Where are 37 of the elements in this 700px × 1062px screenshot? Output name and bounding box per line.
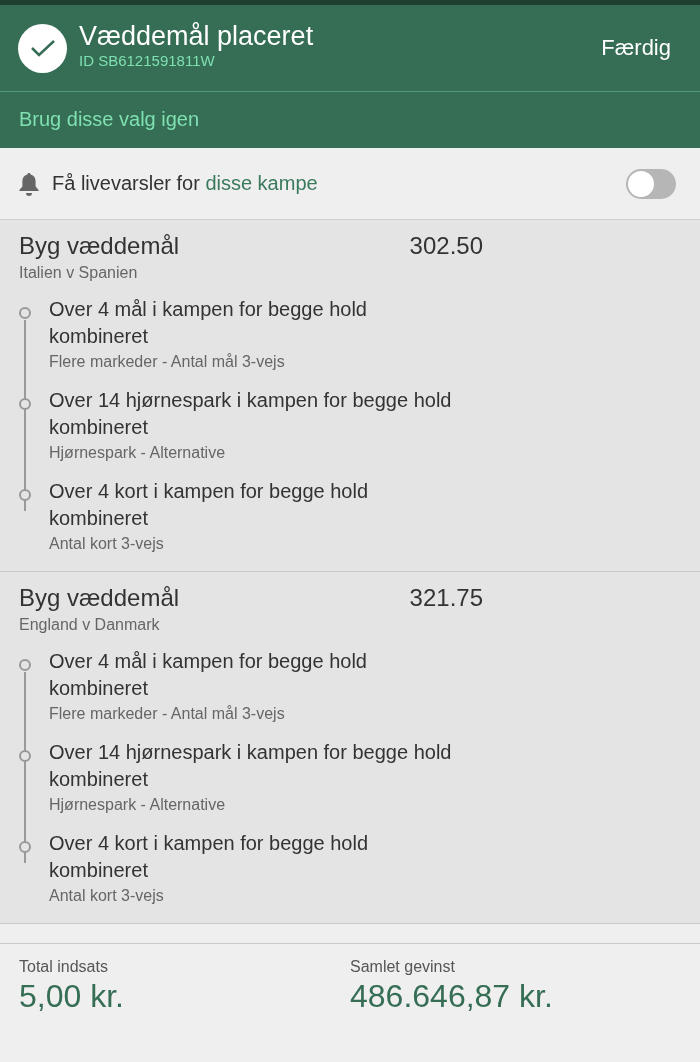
market-name: Hjørnespark - Alternative	[49, 796, 227, 814]
bet-odds: 321.75	[409, 584, 483, 612]
selection-name: Over 14 hjørnespark i kampen for begge hold kombineret	[49, 740, 453, 792]
selection-name: Over 4 mål i kampen for begge hold kombineret	[49, 649, 368, 701]
timeline-dot	[19, 750, 31, 762]
match-name: England v Danmark	[19, 616, 161, 634]
check-icon	[18, 23, 67, 73]
market-name: Flere markeder - Antal mål 3-vejs	[49, 705, 286, 723]
timeline-dot	[19, 307, 31, 319]
reuse-link[interactable]: Brug disse valg igen	[0, 92, 219, 148]
summary-value: 5,00 kr.	[19, 978, 125, 1015]
selection-name: Over 14 hjørnespark i kampen for begge hold kombineret	[49, 388, 453, 440]
bet-odds: 302.50	[409, 232, 483, 260]
market-name: Antal kort 3-vejs	[49, 535, 165, 553]
summary-value: 486.646,87 kr.	[350, 978, 554, 1015]
bell-icon	[18, 171, 40, 196]
bet-id: ID SB6121591811W	[79, 52, 216, 70]
market-name: Antal kort 3-vejs	[49, 887, 165, 905]
selection-name: Over 4 kort i kampen for begge hold kombineret	[49, 479, 370, 531]
done-button[interactable]: Færdig	[601, 35, 671, 61]
market-name: Hjørnespark - Alternative	[49, 444, 227, 462]
selection-name: Over 4 kort i kampen for begge hold kombineret	[49, 831, 370, 883]
bet-title: Byg væddemål	[19, 232, 180, 260]
timeline-dot	[19, 841, 31, 853]
summary-label: Samlet gevinst	[350, 958, 456, 976]
window-title: Væddemål placeret	[79, 20, 315, 52]
alerts-text: Få livevarsler for disse kampe	[52, 172, 319, 195]
matches-link[interactable]: disse kampe	[205, 172, 318, 194]
alerts-toggle[interactable]	[626, 168, 676, 199]
market-name: Flere markeder - Antal mål 3-vejs	[49, 353, 286, 371]
timeline-dot	[19, 659, 31, 671]
timeline-dot	[19, 398, 31, 410]
timeline-dot	[19, 489, 31, 501]
match-name: Italien v Spanien	[19, 264, 139, 282]
bet-title: Byg væddemål	[19, 584, 180, 612]
summary-label: Total indsats	[19, 958, 109, 976]
selection-name: Over 4 mål i kampen for begge hold kombineret	[49, 297, 368, 349]
